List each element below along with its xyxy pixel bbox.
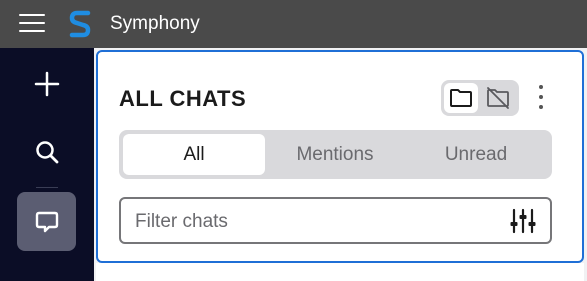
app-title: Symphony: [110, 13, 200, 34]
rail-divider: [36, 187, 58, 188]
search-button[interactable]: [20, 134, 74, 170]
more-options-icon[interactable]: [534, 82, 548, 112]
folder-view-toggle: [441, 80, 519, 116]
panel-title: ALL CHATS: [119, 86, 247, 111]
all-chats-panel: ALL CHATS All Mentions Unread: [96, 50, 584, 263]
tab-all[interactable]: All: [123, 134, 265, 175]
hamburger-menu-icon[interactable]: [19, 14, 45, 34]
tab-mentions[interactable]: Mentions: [264, 134, 406, 175]
plus-icon: [34, 71, 60, 97]
new-chat-button[interactable]: [20, 66, 74, 102]
tab-unread[interactable]: Unread: [405, 134, 547, 175]
folder-view-button[interactable]: [444, 83, 478, 113]
filter-settings-icon[interactable]: [509, 208, 537, 234]
chats-button[interactable]: [17, 192, 76, 251]
search-icon: [36, 141, 59, 164]
chat-filter-tabs: All Mentions Unread: [119, 130, 552, 179]
symphony-logo: [69, 10, 91, 38]
title-bar: Symphony: [0, 0, 587, 48]
left-rail: [0, 48, 94, 281]
no-folder-view-button[interactable]: [481, 83, 515, 113]
filter-chats-input[interactable]: [133, 207, 497, 237]
folder-icon: [450, 89, 472, 107]
chat-bubble-icon: [35, 211, 58, 232]
filter-chats-box: [119, 197, 552, 244]
panel-bottom-strip: [96, 263, 584, 281]
folder-off-icon: [487, 87, 509, 109]
